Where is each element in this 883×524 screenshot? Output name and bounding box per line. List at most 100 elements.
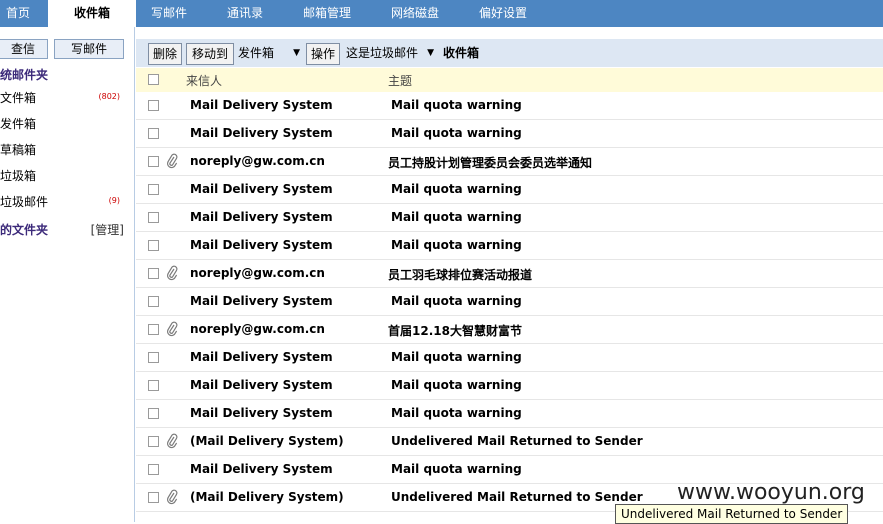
- folder-drafts[interactable]: 草稿箱: [0, 141, 134, 159]
- mail-sender[interactable]: noreply@gw.com.cn: [190, 322, 325, 336]
- dropdown-arrow-icon: ▼: [427, 48, 434, 58]
- folder-spam[interactable]: 垃圾邮件 (9): [0, 193, 134, 211]
- row-checkbox[interactable]: [148, 464, 159, 475]
- mail-sender[interactable]: Mail Delivery System: [190, 182, 333, 196]
- mail-row[interactable]: Mail Delivery System Mail quota warning: [136, 372, 883, 400]
- sidebar-divider: [134, 27, 135, 522]
- manage-folders-link[interactable]: [管理]: [91, 221, 124, 238]
- mail-sender[interactable]: Mail Delivery System: [190, 462, 333, 476]
- mail-subject[interactable]: Undelivered Mail Returned to Sender: [391, 490, 643, 504]
- mail-subject[interactable]: Mail quota warning: [391, 238, 522, 252]
- row-checkbox[interactable]: [148, 100, 159, 111]
- mail-subject[interactable]: 首届12.18大智慧财富节: [388, 322, 522, 339]
- select-all-checkbox[interactable]: [148, 74, 159, 85]
- attachment-icon: [166, 321, 178, 337]
- move-to-button[interactable]: 移动到: [186, 43, 234, 65]
- toolbar: 删除 移动到 发件箱 ▼ 操作 这是垃圾邮件 ▼ 收件箱: [136, 39, 883, 67]
- row-checkbox[interactable]: [148, 380, 159, 391]
- mail-subject[interactable]: Mail quota warning: [391, 406, 522, 420]
- operate-button[interactable]: 操作: [306, 43, 340, 65]
- mail-sender[interactable]: Mail Delivery System: [190, 98, 333, 112]
- mail-subject[interactable]: Mail quota warning: [391, 462, 522, 476]
- row-checkbox[interactable]: [148, 128, 159, 139]
- mail-sender[interactable]: Mail Delivery System: [190, 238, 333, 252]
- folder-sent[interactable]: 发件箱: [0, 115, 134, 133]
- row-checkbox[interactable]: [148, 268, 159, 279]
- tab-home[interactable]: 首页: [6, 0, 30, 27]
- mail-subject[interactable]: Mail quota warning: [391, 210, 522, 224]
- mail-row[interactable]: Mail Delivery System Mail quota warning: [136, 120, 883, 148]
- dropdown-arrow-icon: ▼: [293, 48, 300, 58]
- folder-trash[interactable]: 垃圾箱: [0, 167, 134, 185]
- row-checkbox[interactable]: [148, 296, 159, 307]
- folder-count: (802): [98, 92, 120, 101]
- mail-row[interactable]: Mail Delivery System Mail quota warning: [136, 288, 883, 316]
- mail-sender[interactable]: Mail Delivery System: [190, 406, 333, 420]
- tab-network-disk[interactable]: 网络磁盘: [391, 0, 439, 27]
- mail-sender[interactable]: noreply@gw.com.cn: [190, 266, 325, 280]
- mail-row[interactable]: Mail Delivery System Mail quota warning: [136, 400, 883, 428]
- mail-subject[interactable]: 员工持股计划管理委员会委员选举通知: [388, 154, 592, 171]
- compose-button[interactable]: 写邮件: [54, 39, 124, 59]
- row-checkbox[interactable]: [148, 240, 159, 251]
- mail-sender[interactable]: Mail Delivery System: [190, 294, 333, 308]
- tab-mailbox-manage[interactable]: 邮箱管理: [303, 0, 351, 27]
- spam-select-value: 这是垃圾邮件: [346, 46, 419, 60]
- row-checkbox[interactable]: [148, 184, 159, 195]
- check-mail-button[interactable]: 查信: [0, 39, 48, 59]
- folder-label: 草稿箱: [0, 143, 37, 157]
- header-sender: 来信人: [186, 74, 223, 88]
- mail-sender[interactable]: Mail Delivery System: [190, 350, 333, 364]
- mail-row[interactable]: Mail Delivery System Mail quota warning: [136, 204, 883, 232]
- mail-sender[interactable]: Mail Delivery System: [190, 378, 333, 392]
- sidebar: 查信 写邮件 统邮件夹 文件箱 (802) 发件箱 草稿箱 垃圾箱 垃圾邮件 (…: [0, 27, 134, 522]
- mail-row[interactable]: Mail Delivery System Mail quota warning: [136, 232, 883, 260]
- mail-sender[interactable]: Mail Delivery System: [190, 126, 333, 140]
- mail-subject[interactable]: Mail quota warning: [391, 378, 522, 392]
- mail-subject[interactable]: Mail quota warning: [391, 98, 522, 112]
- mail-row[interactable]: Mail Delivery System Mail quota warning: [136, 92, 883, 120]
- mail-list-panel: 删除 移动到 发件箱 ▼ 操作 这是垃圾邮件 ▼ 收件箱 来信人 主题 Mail…: [136, 27, 883, 522]
- delete-button[interactable]: 删除: [148, 43, 182, 65]
- folder-count: (9): [108, 196, 120, 205]
- mail-row[interactable]: noreply@gw.com.cn 员工羽毛球排位赛活动报道: [136, 260, 883, 288]
- row-checkbox[interactable]: [148, 408, 159, 419]
- mail-subject[interactable]: 员工羽毛球排位赛活动报道: [388, 266, 532, 283]
- mail-row[interactable]: noreply@gw.com.cn 首届12.18大智慧财富节: [136, 316, 883, 344]
- header-subject: 主题: [388, 74, 413, 88]
- tab-compose[interactable]: 写邮件: [151, 0, 187, 27]
- tab-contacts[interactable]: 通讯录: [227, 0, 263, 27]
- row-checkbox[interactable]: [148, 324, 159, 335]
- row-checkbox[interactable]: [148, 156, 159, 167]
- attachment-icon: [166, 433, 178, 449]
- folder-label: 垃圾箱: [0, 169, 37, 183]
- mail-row[interactable]: Mail Delivery System Mail quota warning: [136, 344, 883, 372]
- current-folder-label: 收件箱: [443, 46, 480, 60]
- attachment-icon: [166, 265, 178, 281]
- row-checkbox[interactable]: [148, 436, 159, 447]
- folder-label: 发件箱: [0, 117, 37, 131]
- spam-select[interactable]: 这是垃圾邮件 ▼: [346, 43, 436, 63]
- folder-label: 文件箱: [0, 91, 37, 105]
- mail-subject[interactable]: Mail quota warning: [391, 294, 522, 308]
- row-checkbox[interactable]: [148, 352, 159, 363]
- mail-subject[interactable]: Undelivered Mail Returned to Sender: [391, 434, 643, 448]
- mail-sender[interactable]: (Mail Delivery System): [190, 490, 344, 504]
- subject-tooltip: Undelivered Mail Returned to Sender: [615, 504, 849, 524]
- mail-sender[interactable]: (Mail Delivery System): [190, 434, 344, 448]
- mail-subject[interactable]: Mail quota warning: [391, 126, 522, 140]
- mail-subject[interactable]: Mail quota warning: [391, 182, 522, 196]
- move-target-select[interactable]: 发件箱 ▼: [238, 43, 302, 63]
- attachment-icon: [166, 489, 178, 505]
- folder-inbox[interactable]: 文件箱 (802): [0, 89, 134, 107]
- mail-row[interactable]: Mail Delivery System Mail quota warning: [136, 176, 883, 204]
- mail-row[interactable]: (Mail Delivery System) Undelivered Mail R…: [136, 428, 883, 456]
- row-checkbox[interactable]: [148, 492, 159, 503]
- tab-inbox[interactable]: 收件箱: [48, 0, 136, 27]
- mail-subject[interactable]: Mail quota warning: [391, 350, 522, 364]
- row-checkbox[interactable]: [148, 212, 159, 223]
- mail-row[interactable]: noreply@gw.com.cn 员工持股计划管理委员会委员选举通知: [136, 148, 883, 176]
- tab-preferences[interactable]: 偏好设置: [479, 0, 527, 27]
- mail-sender[interactable]: noreply@gw.com.cn: [190, 154, 325, 168]
- mail-sender[interactable]: Mail Delivery System: [190, 210, 333, 224]
